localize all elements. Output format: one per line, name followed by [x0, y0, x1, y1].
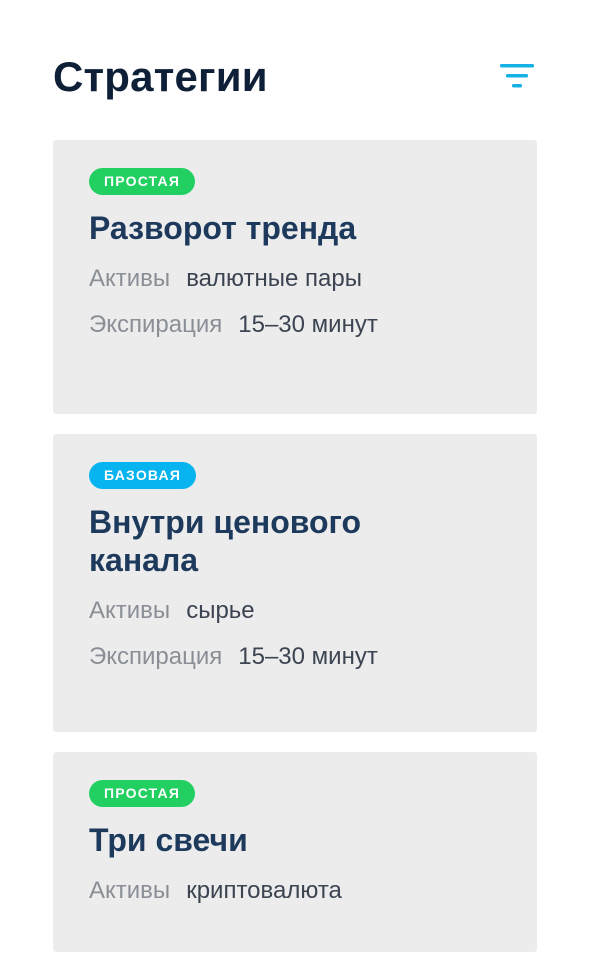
difficulty-badge: ПРОСТАЯ — [89, 168, 196, 195]
assets-label: Активы — [89, 265, 171, 292]
expiration-row: Экспирация 15–30 минут — [89, 643, 501, 671]
strategy-title: Внутри ценового канала — [89, 504, 361, 578]
assets-value: криптовалюта — [186, 877, 342, 904]
strategy-card[interactable]: БАЗОВАЯ Внутри ценового канала Активы сыр… — [53, 434, 537, 732]
page-title: Стратегии — [53, 53, 268, 100]
expiration-label: Экспирация — [89, 643, 223, 670]
difficulty-badge: БАЗОВАЯ — [89, 462, 197, 489]
assets-value: сырье — [186, 597, 255, 624]
expiration-value: 15–30 минут — [238, 643, 378, 670]
filter-button[interactable] — [498, 60, 536, 92]
difficulty-badge: ПРОСТАЯ — [89, 780, 196, 807]
assets-row: Активы сырье — [89, 597, 501, 625]
assets-row: Активы криптовалюта — [89, 877, 501, 905]
assets-row: Активы валютные пары — [89, 265, 501, 293]
strategy-title: Разворот тренда — [89, 210, 357, 246]
expiration-row: Экспирация 15–30 минут — [89, 311, 501, 339]
strategy-card[interactable]: ПРОСТАЯ Три свечи Активы криптовалюта — [53, 752, 537, 952]
strategy-title: Три свечи — [89, 822, 248, 858]
expiration-value: 15–30 минут — [238, 311, 378, 338]
assets-value: валютные пары — [186, 265, 362, 292]
filter-icon — [500, 64, 534, 88]
strategy-card[interactable]: ПРОСТАЯ Разворот тренда Активы валютные п… — [53, 140, 537, 414]
assets-label: Активы — [89, 597, 171, 624]
expiration-label: Экспирация — [89, 311, 223, 338]
assets-label: Активы — [89, 877, 171, 904]
header: Стратегии — [53, 52, 536, 102]
strategy-list: ПРОСТАЯ Разворот тренда Активы валютные п… — [53, 140, 537, 972]
